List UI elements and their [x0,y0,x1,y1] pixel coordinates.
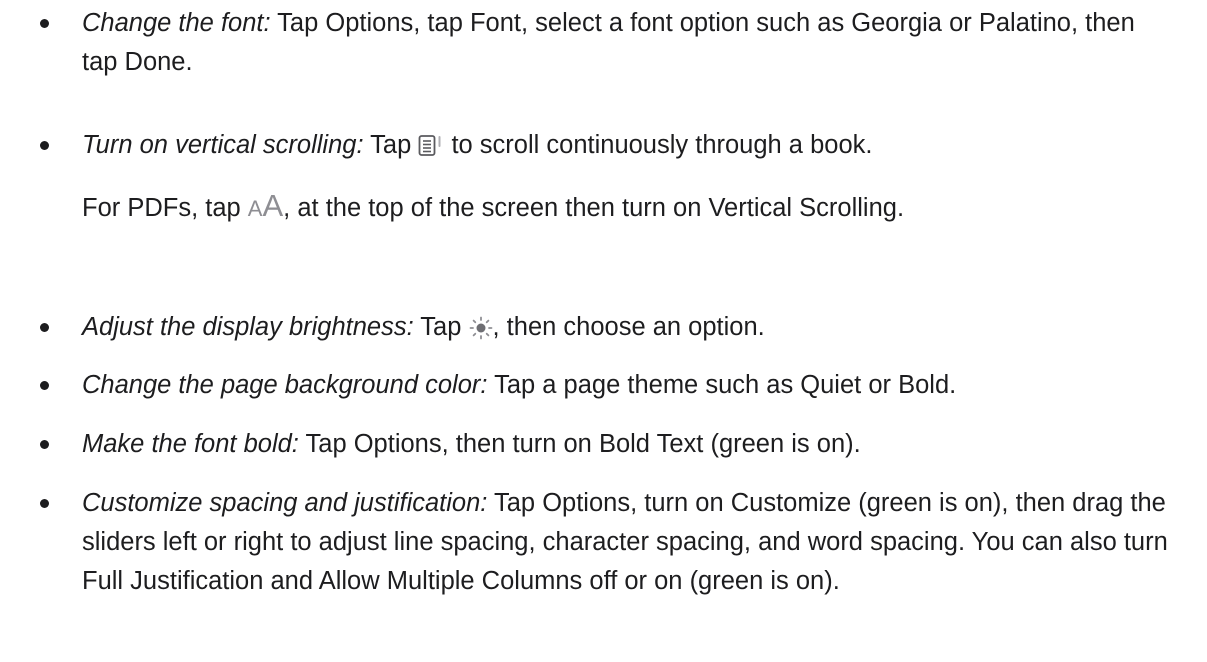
item-lead: Turn on vertical scrolling: [82,131,364,159]
bullet [40,440,49,449]
list-item-text: Turn on vertical scrolling: Tap to scrol… [82,126,1168,165]
item-lead: Adjust the display brightness: [82,313,414,341]
item-body-after: , then choose an option. [492,313,765,341]
list-item-text: Change the page background color: Tap a … [82,366,1168,405]
item-body-after: to scroll continuously through a book. [444,131,873,159]
bullet [40,381,49,390]
item-lead: Change the page background color: [82,371,488,399]
list-item-spacing: Customize spacing and justification: Tap… [40,484,1168,601]
bullet [40,19,49,28]
item-lead: Make the font bold: [82,430,299,458]
list-item-text: Change the font: Tap Options, tap Font, … [82,4,1168,82]
item-body: Tap a page theme such as Quiet or Bold. [487,371,957,399]
item-body-before: Tap [413,313,469,341]
list-item-brightness: Adjust the display brightness: Tap , the… [40,308,1168,347]
list-item-vertical-scrolling: Turn on vertical scrolling: Tap to scrol… [40,126,1168,228]
sub-before: For PDFs, tap [82,194,248,222]
bullet [40,323,49,332]
list-item-text: Make the font bold: Tap Options, then tu… [82,425,1168,464]
item-body: Tap Options, then turn on Bold Text (gre… [298,430,861,458]
list-item-text: Customize spacing and justification: Tap… [82,484,1168,601]
brightness-icon [469,316,493,340]
list-item-subtext: For PDFs, tap AA, at the top of the scre… [82,186,1168,228]
list-item-background-color: Change the page background color: Tap a … [40,366,1168,405]
item-lead: Customize spacing and justification: [82,489,488,517]
vertical-scroll-icon [418,134,444,158]
text-size-icon: AA [247,188,284,223]
item-body-before: Tap [363,131,419,159]
item-lead: Change the font: [82,9,271,37]
bullet [40,141,49,150]
list-item-text: Adjust the display brightness: Tap , the… [82,308,1168,347]
list-item-font-bold: Make the font bold: Tap Options, then tu… [40,425,1168,464]
bullet [40,499,49,508]
list-item-change-font: Change the font: Tap Options, tap Font, … [40,4,1168,82]
sub-after: , at the top of the screen then turn on … [283,194,905,222]
